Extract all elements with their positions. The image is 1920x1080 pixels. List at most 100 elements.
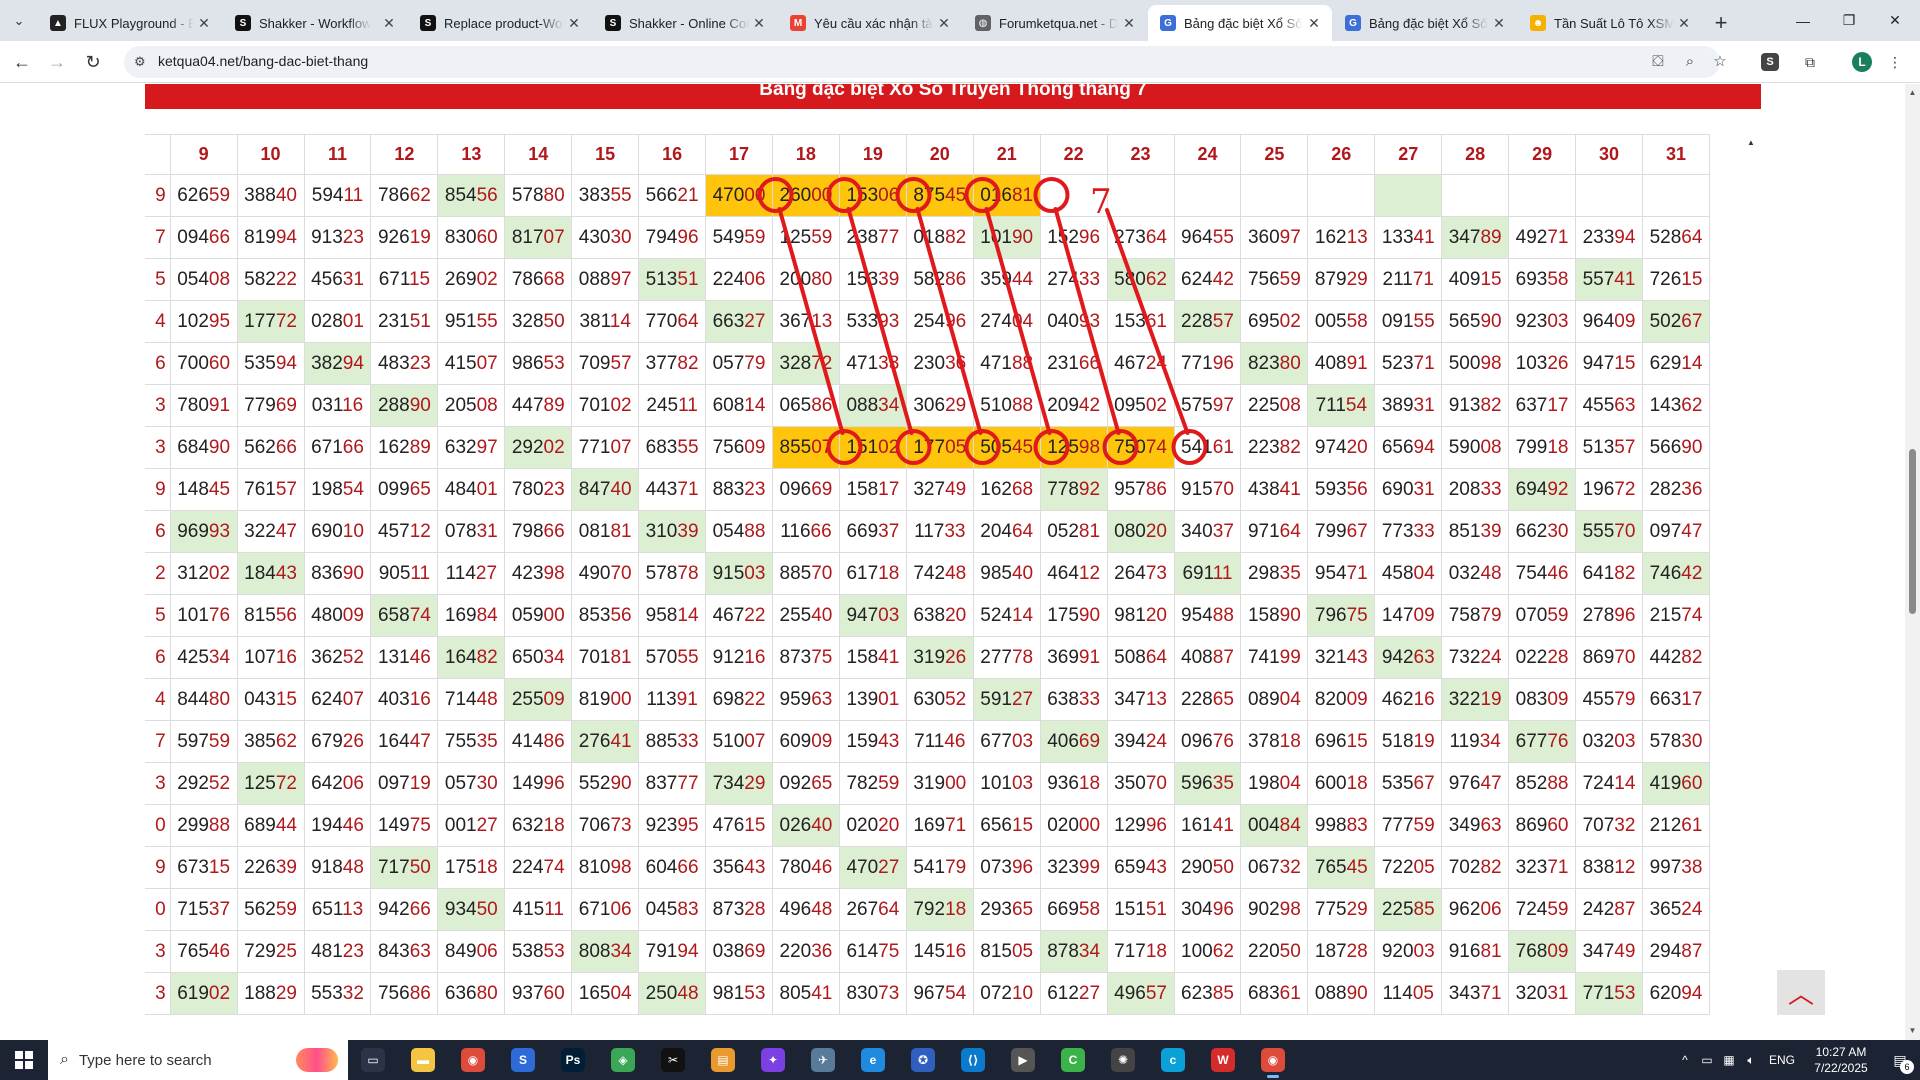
forward-icon[interactable]: →	[42, 47, 72, 77]
number-tail: 11	[1212, 562, 1233, 584]
number-head: 403	[377, 688, 410, 710]
site-info-icon[interactable]: ⚙	[134, 54, 150, 70]
number-tail: 30	[610, 226, 632, 248]
table-cell: 30629	[905, 384, 974, 427]
number-head: 005	[1314, 310, 1347, 332]
notification-icon[interactable]: ▤ 6	[1880, 1040, 1920, 1080]
taskbar-search[interactable]: ⌕ Type here to search	[48, 1040, 348, 1080]
page-scrollbar[interactable]: ▲ ▼	[1905, 84, 1920, 1040]
taskbar-app[interactable]: ✦	[748, 1040, 798, 1080]
new-tab-button[interactable]: +	[1703, 5, 1739, 41]
scrollbar-thumb[interactable]	[1909, 449, 1916, 614]
browser-tab[interactable]: M Yêu cầu xác nhận tài ✕	[778, 5, 962, 41]
restore-icon[interactable]: ❐	[1826, 0, 1872, 41]
shakker-extension-icon[interactable]: S	[1761, 53, 1779, 71]
browser-tab[interactable]: ◍ Forumketqua.net - D ✕	[963, 5, 1147, 41]
browser-tab[interactable]: ☻ Tần Suất Lô Tô XSMB ✕	[1518, 5, 1702, 41]
taskbar-app[interactable]: ✪	[898, 1040, 948, 1080]
clock[interactable]: 10:27 AM 7/22/2025	[1802, 1044, 1880, 1076]
number-tail: 25	[275, 940, 297, 962]
close-window-icon[interactable]: ✕	[1872, 0, 1918, 41]
menu-icon[interactable]: ⋮	[1884, 51, 1906, 73]
browser-tab[interactable]: S Shakker - Online Con ✕	[593, 5, 777, 41]
browser-tab[interactable]: S Replace product-Wor ✕	[408, 5, 592, 41]
browser-tab[interactable]: G Bảng đặc biệt Xổ Số ✕	[1333, 5, 1517, 41]
taskbar-app[interactable]: c	[1148, 1040, 1198, 1080]
table-cell: 20942	[1039, 384, 1108, 427]
table-cell: 52414	[972, 594, 1041, 637]
taskbar-app[interactable]: ✺	[1098, 1040, 1148, 1080]
scroll-down-arrow-icon[interactable]: ▼	[1908, 1026, 1917, 1035]
profile-avatar[interactable]: L	[1852, 52, 1872, 72]
browser-tab[interactable]: ▲ FLUX Playground - Bl ✕	[38, 5, 222, 41]
tab-search-icon[interactable]: ⌄	[0, 0, 38, 41]
number-head: 758	[1448, 604, 1481, 626]
language-indicator[interactable]: ENG	[1762, 1053, 1802, 1067]
taskbar-app[interactable]: ▬	[398, 1040, 448, 1080]
number-tail: 06	[476, 940, 498, 962]
number-head: 158	[846, 478, 879, 500]
taskbar-app[interactable]: ▤	[698, 1040, 748, 1080]
number-head: 937	[511, 982, 544, 1004]
tab-close-icon[interactable]: ✕	[750, 14, 768, 32]
tab-close-icon[interactable]: ✕	[195, 14, 213, 32]
tab-title: Forumketqua.net - D	[999, 15, 1119, 31]
network-icon[interactable]: ▦	[1718, 1053, 1740, 1067]
reload-icon[interactable]: ↻	[78, 47, 108, 77]
taskbar-app[interactable]: ✈	[798, 1040, 848, 1080]
number-head: 852	[1515, 772, 1548, 794]
number-head: 947	[1582, 352, 1615, 374]
taskbar-app[interactable]: ▶	[998, 1040, 1048, 1080]
taskbar-app[interactable]: S	[498, 1040, 548, 1080]
number-tail: 63	[1480, 814, 1502, 836]
number-tail: 54	[1345, 394, 1368, 416]
number-head: 052	[1047, 520, 1079, 542]
number-head: 997	[1649, 856, 1682, 878]
tab-close-icon[interactable]: ✕	[1305, 14, 1323, 32]
number-tail: 35	[1279, 562, 1301, 584]
tab-close-icon[interactable]: ✕	[565, 14, 583, 32]
minimize-icon[interactable]: —	[1780, 0, 1826, 41]
translate-icon[interactable]: ⛋	[1648, 52, 1668, 72]
taskbar-app[interactable]: ✂	[648, 1040, 698, 1080]
taskbar-app[interactable]: ◈	[598, 1040, 648, 1080]
taskbar-app[interactable]: C	[1048, 1040, 1098, 1080]
taskbar-app[interactable]: ◉	[1248, 1040, 1298, 1080]
number-head: 099	[377, 478, 410, 500]
scroll-up-arrow-icon[interactable]: ▲	[1908, 88, 1917, 97]
tab-close-icon[interactable]: ✕	[1120, 14, 1138, 32]
taskbar-app[interactable]: ◉	[448, 1040, 498, 1080]
tray-display-icon[interactable]: ▭	[1696, 1053, 1718, 1067]
browser-tab[interactable]: G Bảng đặc biệt Xổ Số ✕	[1148, 5, 1332, 41]
number-tail: 04	[1279, 688, 1301, 710]
zoom-icon[interactable]: ⌕	[1680, 52, 1700, 72]
bookmark-star-icon[interactable]: ☆	[1710, 52, 1730, 72]
volume-icon[interactable]: 🔈︎	[1740, 1053, 1762, 1068]
back-icon[interactable]: ←	[7, 47, 37, 77]
tab-close-icon[interactable]: ✕	[1490, 14, 1508, 32]
table-cell: 21574	[1641, 594, 1711, 637]
taskbar-app[interactable]: Ps	[548, 1040, 598, 1080]
tray-chevron-icon[interactable]: ^	[1674, 1053, 1696, 1067]
start-button[interactable]	[0, 1040, 48, 1080]
table-scroll-up-icon[interactable]: ▲	[1747, 138, 1761, 150]
tab-close-icon[interactable]: ✕	[935, 14, 953, 32]
back-to-top-button[interactable]: ︿	[1777, 970, 1825, 1015]
taskbar-app[interactable]: ▭	[348, 1040, 398, 1080]
tab-close-icon[interactable]: ✕	[380, 14, 398, 32]
address-bar[interactable]: ⚙ ketqua04.net/bang-dac-biet-thang ⛋ ⌕ ☆	[124, 46, 1727, 78]
taskbar-app[interactable]: e	[848, 1040, 898, 1080]
browser-tab[interactable]: S Shakker - Workflow ✕	[223, 5, 407, 41]
tab-close-icon[interactable]: ✕	[1675, 14, 1693, 32]
number-tail: 82	[1480, 856, 1502, 878]
url-text[interactable]: ketqua04.net/bang-dac-biet-thang	[158, 53, 368, 69]
taskbar-app[interactable]: W	[1198, 1040, 1248, 1080]
number-head: 129	[1114, 814, 1146, 836]
number-tail: 14	[744, 394, 766, 416]
table-cell-partial: 3	[145, 426, 171, 469]
taskbar-app[interactable]: ⟨⟩	[948, 1040, 998, 1080]
table-cell: 09502	[1106, 384, 1175, 427]
table-cell: 72615	[1641, 258, 1711, 301]
table-cell-partial: 6	[145, 342, 171, 385]
extensions-icon[interactable]: ⧉	[1799, 51, 1821, 73]
